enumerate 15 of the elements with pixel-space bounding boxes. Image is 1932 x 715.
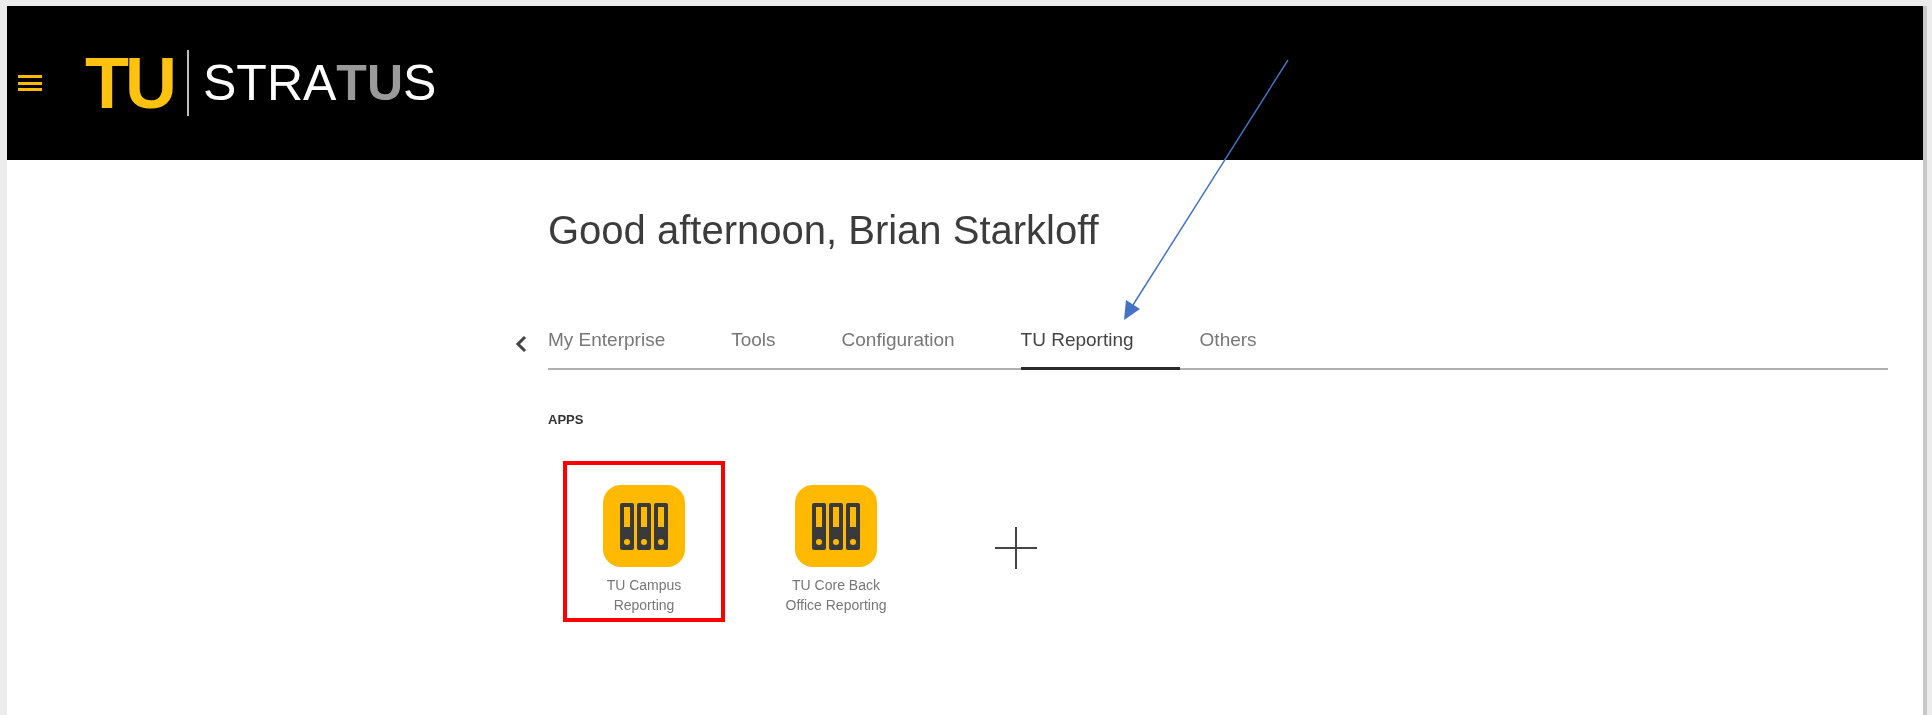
- tab[interactable]: Others: [1199, 324, 1303, 370]
- menu-icon[interactable]: [18, 75, 42, 91]
- logo-name: STRATUS: [203, 58, 437, 108]
- add-icon[interactable]: [995, 526, 1037, 569]
- app-tile[interactable]: TU Campus Reporting: [563, 460, 725, 622]
- logo-mark: TU: [85, 47, 173, 119]
- tab[interactable]: TU Reporting: [1020, 324, 1180, 370]
- greeting: Good afternoon, Brian Starkloff: [548, 207, 1100, 254]
- binders-icon: [795, 484, 877, 567]
- tab[interactable]: Configuration: [841, 324, 1001, 370]
- binders-icon: [603, 484, 685, 567]
- tab[interactable]: My Enterprise: [548, 324, 712, 370]
- tab[interactable]: Tools: [731, 324, 822, 370]
- app-tile[interactable]: TU Core Back Office Reporting: [755, 460, 917, 622]
- section-heading: APPS: [548, 410, 584, 429]
